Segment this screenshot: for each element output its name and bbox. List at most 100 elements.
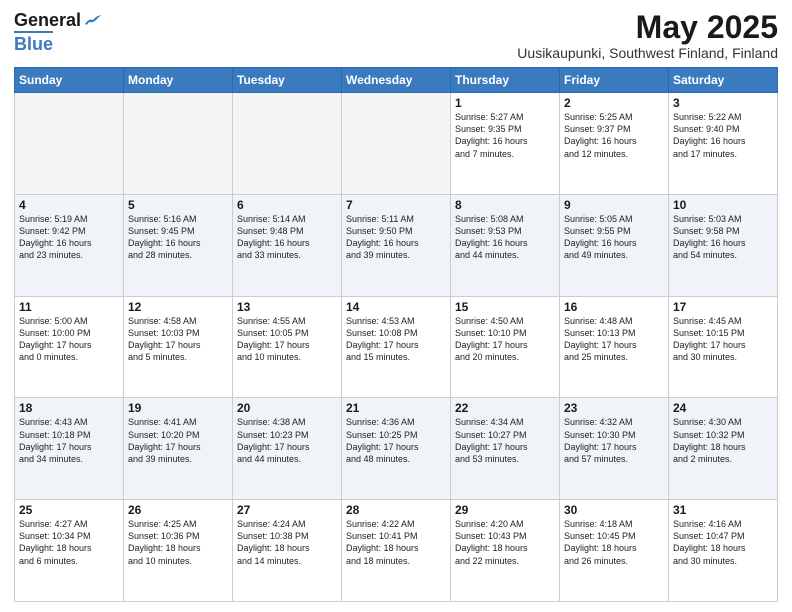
cell-daylight-info: Sunrise: 5:11 AM Sunset: 9:50 PM Dayligh… <box>346 213 446 262</box>
calendar-cell: 15Sunrise: 4:50 AM Sunset: 10:10 PM Dayl… <box>451 296 560 398</box>
date-number: 24 <box>673 401 773 415</box>
calendar-cell: 4Sunrise: 5:19 AM Sunset: 9:42 PM Daylig… <box>15 194 124 296</box>
cell-daylight-info: Sunrise: 5:25 AM Sunset: 9:37 PM Dayligh… <box>564 111 664 160</box>
date-number: 16 <box>564 300 664 314</box>
calendar-cell: 23Sunrise: 4:32 AM Sunset: 10:30 PM Dayl… <box>560 398 669 500</box>
calendar-table: SundayMondayTuesdayWednesdayThursdayFrid… <box>14 67 778 602</box>
date-number: 9 <box>564 198 664 212</box>
calendar-cell <box>233 93 342 195</box>
title-section: May 2025 Uusikaupunki, Southwest Finland… <box>517 10 778 61</box>
date-number: 8 <box>455 198 555 212</box>
cell-daylight-info: Sunrise: 4:27 AM Sunset: 10:34 PM Daylig… <box>19 518 119 567</box>
cell-daylight-info: Sunrise: 4:36 AM Sunset: 10:25 PM Daylig… <box>346 416 446 465</box>
date-number: 12 <box>128 300 228 314</box>
calendar-cell: 20Sunrise: 4:38 AM Sunset: 10:23 PM Dayl… <box>233 398 342 500</box>
calendar-cell: 12Sunrise: 4:58 AM Sunset: 10:03 PM Dayl… <box>124 296 233 398</box>
cell-daylight-info: Sunrise: 4:45 AM Sunset: 10:15 PM Daylig… <box>673 315 773 364</box>
page: General Blue May 2025 Uusikaupunki, Sout… <box>0 0 792 612</box>
main-title: May 2025 <box>517 10 778 45</box>
cell-daylight-info: Sunrise: 4:24 AM Sunset: 10:38 PM Daylig… <box>237 518 337 567</box>
date-number: 25 <box>19 503 119 517</box>
calendar-day-header: Saturday <box>669 68 778 93</box>
date-number: 28 <box>346 503 446 517</box>
cell-daylight-info: Sunrise: 4:58 AM Sunset: 10:03 PM Daylig… <box>128 315 228 364</box>
calendar-cell: 2Sunrise: 5:25 AM Sunset: 9:37 PM Daylig… <box>560 93 669 195</box>
date-number: 15 <box>455 300 555 314</box>
calendar-cell: 7Sunrise: 5:11 AM Sunset: 9:50 PM Daylig… <box>342 194 451 296</box>
date-number: 6 <box>237 198 337 212</box>
logo-blue: Blue <box>14 31 53 55</box>
cell-daylight-info: Sunrise: 5:03 AM Sunset: 9:58 PM Dayligh… <box>673 213 773 262</box>
calendar-cell: 19Sunrise: 4:41 AM Sunset: 10:20 PM Dayl… <box>124 398 233 500</box>
cell-daylight-info: Sunrise: 5:00 AM Sunset: 10:00 PM Daylig… <box>19 315 119 364</box>
date-number: 23 <box>564 401 664 415</box>
cell-daylight-info: Sunrise: 5:05 AM Sunset: 9:55 PM Dayligh… <box>564 213 664 262</box>
date-number: 11 <box>19 300 119 314</box>
cell-daylight-info: Sunrise: 4:22 AM Sunset: 10:41 PM Daylig… <box>346 518 446 567</box>
calendar-cell: 21Sunrise: 4:36 AM Sunset: 10:25 PM Dayl… <box>342 398 451 500</box>
cell-daylight-info: Sunrise: 4:20 AM Sunset: 10:43 PM Daylig… <box>455 518 555 567</box>
calendar-cell: 8Sunrise: 5:08 AM Sunset: 9:53 PM Daylig… <box>451 194 560 296</box>
date-number: 5 <box>128 198 228 212</box>
date-number: 13 <box>237 300 337 314</box>
logo-general: General <box>14 10 81 31</box>
calendar-week-row: 11Sunrise: 5:00 AM Sunset: 10:00 PM Dayl… <box>15 296 778 398</box>
cell-daylight-info: Sunrise: 4:50 AM Sunset: 10:10 PM Daylig… <box>455 315 555 364</box>
calendar-cell <box>342 93 451 195</box>
calendar-day-header: Tuesday <box>233 68 342 93</box>
date-number: 30 <box>564 503 664 517</box>
calendar-cell: 14Sunrise: 4:53 AM Sunset: 10:08 PM Dayl… <box>342 296 451 398</box>
cell-daylight-info: Sunrise: 4:48 AM Sunset: 10:13 PM Daylig… <box>564 315 664 364</box>
calendar-cell: 3Sunrise: 5:22 AM Sunset: 9:40 PM Daylig… <box>669 93 778 195</box>
date-number: 21 <box>346 401 446 415</box>
calendar-day-header: Thursday <box>451 68 560 93</box>
cell-daylight-info: Sunrise: 5:08 AM Sunset: 9:53 PM Dayligh… <box>455 213 555 262</box>
cell-daylight-info: Sunrise: 5:19 AM Sunset: 9:42 PM Dayligh… <box>19 213 119 262</box>
calendar-cell: 24Sunrise: 4:30 AM Sunset: 10:32 PM Dayl… <box>669 398 778 500</box>
calendar-cell: 30Sunrise: 4:18 AM Sunset: 10:45 PM Dayl… <box>560 500 669 602</box>
calendar-cell <box>124 93 233 195</box>
cell-daylight-info: Sunrise: 4:25 AM Sunset: 10:36 PM Daylig… <box>128 518 228 567</box>
cell-daylight-info: Sunrise: 4:43 AM Sunset: 10:18 PM Daylig… <box>19 416 119 465</box>
calendar-cell: 16Sunrise: 4:48 AM Sunset: 10:13 PM Dayl… <box>560 296 669 398</box>
cell-daylight-info: Sunrise: 4:38 AM Sunset: 10:23 PM Daylig… <box>237 416 337 465</box>
calendar-day-header: Sunday <box>15 68 124 93</box>
calendar-cell: 17Sunrise: 4:45 AM Sunset: 10:15 PM Dayl… <box>669 296 778 398</box>
date-number: 27 <box>237 503 337 517</box>
calendar-week-row: 25Sunrise: 4:27 AM Sunset: 10:34 PM Dayl… <box>15 500 778 602</box>
calendar-cell: 22Sunrise: 4:34 AM Sunset: 10:27 PM Dayl… <box>451 398 560 500</box>
date-number: 22 <box>455 401 555 415</box>
date-number: 17 <box>673 300 773 314</box>
calendar-week-row: 1Sunrise: 5:27 AM Sunset: 9:35 PM Daylig… <box>15 93 778 195</box>
calendar-cell <box>15 93 124 195</box>
calendar-header-row: SundayMondayTuesdayWednesdayThursdayFrid… <box>15 68 778 93</box>
date-number: 2 <box>564 96 664 110</box>
date-number: 14 <box>346 300 446 314</box>
cell-daylight-info: Sunrise: 5:27 AM Sunset: 9:35 PM Dayligh… <box>455 111 555 160</box>
subtitle: Uusikaupunki, Southwest Finland, Finland <box>517 45 778 61</box>
date-number: 7 <box>346 198 446 212</box>
cell-daylight-info: Sunrise: 4:32 AM Sunset: 10:30 PM Daylig… <box>564 416 664 465</box>
logo: General Blue <box>14 10 101 55</box>
calendar-cell: 31Sunrise: 4:16 AM Sunset: 10:47 PM Dayl… <box>669 500 778 602</box>
date-number: 31 <box>673 503 773 517</box>
date-number: 1 <box>455 96 555 110</box>
calendar-week-row: 4Sunrise: 5:19 AM Sunset: 9:42 PM Daylig… <box>15 194 778 296</box>
calendar-cell: 29Sunrise: 4:20 AM Sunset: 10:43 PM Dayl… <box>451 500 560 602</box>
date-number: 18 <box>19 401 119 415</box>
calendar-cell: 10Sunrise: 5:03 AM Sunset: 9:58 PM Dayli… <box>669 194 778 296</box>
header: General Blue May 2025 Uusikaupunki, Sout… <box>14 10 778 61</box>
calendar-cell: 27Sunrise: 4:24 AM Sunset: 10:38 PM Dayl… <box>233 500 342 602</box>
cell-daylight-info: Sunrise: 4:16 AM Sunset: 10:47 PM Daylig… <box>673 518 773 567</box>
date-number: 29 <box>455 503 555 517</box>
cell-daylight-info: Sunrise: 4:34 AM Sunset: 10:27 PM Daylig… <box>455 416 555 465</box>
calendar-cell: 28Sunrise: 4:22 AM Sunset: 10:41 PM Dayl… <box>342 500 451 602</box>
calendar-cell: 13Sunrise: 4:55 AM Sunset: 10:05 PM Dayl… <box>233 296 342 398</box>
calendar-cell: 18Sunrise: 4:43 AM Sunset: 10:18 PM Dayl… <box>15 398 124 500</box>
calendar-cell: 6Sunrise: 5:14 AM Sunset: 9:48 PM Daylig… <box>233 194 342 296</box>
date-number: 4 <box>19 198 119 212</box>
date-number: 19 <box>128 401 228 415</box>
calendar-day-header: Monday <box>124 68 233 93</box>
calendar-week-row: 18Sunrise: 4:43 AM Sunset: 10:18 PM Dayl… <box>15 398 778 500</box>
calendar-day-header: Wednesday <box>342 68 451 93</box>
